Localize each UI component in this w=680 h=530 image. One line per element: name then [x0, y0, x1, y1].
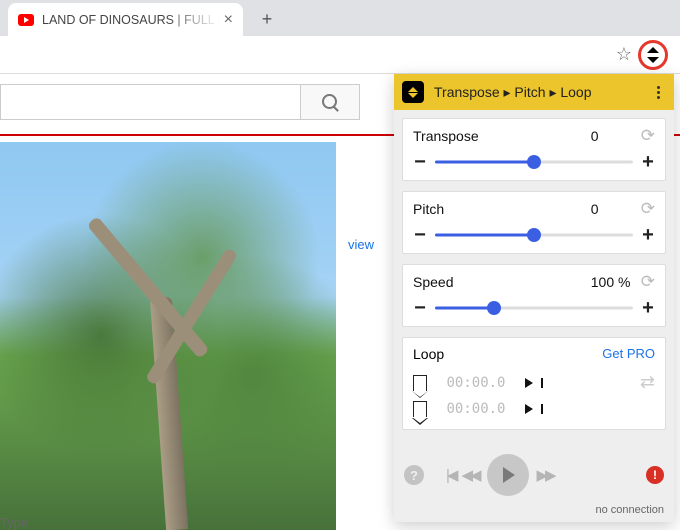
help-icon[interactable]: ?	[404, 465, 424, 485]
transpose-slider[interactable]	[435, 154, 633, 170]
speed-value: 100 %	[591, 274, 641, 290]
goto-start-icon[interactable]	[525, 378, 533, 388]
new-tab-button[interactable]: +	[253, 5, 281, 33]
pitch-label: Pitch	[413, 201, 591, 217]
bookmark-end-icon[interactable]	[413, 401, 427, 417]
pitch-value: 0	[591, 201, 641, 217]
transpose-label: Transpose	[413, 128, 591, 144]
popup-body: Transpose 0 ⟳ − + Pitch 0 ⟳ −	[394, 110, 674, 448]
loop-end-row	[413, 397, 655, 421]
close-tab-icon[interactable]: ×	[224, 11, 233, 29]
loop-label: Loop	[413, 346, 444, 362]
error-icon[interactable]: !	[646, 466, 664, 484]
pitch-plus-button[interactable]: +	[641, 225, 655, 245]
more-menu-icon[interactable]	[650, 86, 666, 99]
transpose-plus-button[interactable]: +	[641, 152, 655, 172]
reset-icon[interactable]: ⟳	[641, 127, 655, 144]
bookmark-start-icon[interactable]	[413, 375, 427, 391]
reset-icon[interactable]: ⟳	[641, 200, 655, 217]
youtube-favicon	[18, 14, 34, 26]
pitch-card: Pitch 0 ⟳ − +	[402, 191, 666, 254]
browser-toolbar: ☆	[0, 36, 680, 74]
transpose-card: Transpose 0 ⟳ − +	[402, 118, 666, 181]
get-pro-link[interactable]: Get PRO	[602, 346, 655, 362]
speed-label: Speed	[413, 274, 591, 290]
browser-tab-strip: LAND OF DINOSAURS | FULL M × +	[0, 0, 680, 36]
transpose-logo-icon	[402, 81, 424, 103]
slider-thumb[interactable]	[487, 301, 501, 315]
reset-icon[interactable]: ⟳	[641, 273, 655, 290]
loop-card: Loop Get PRO ⇄	[402, 337, 666, 430]
speed-slider[interactable]	[435, 300, 633, 316]
loop-end-time-input[interactable]	[441, 401, 511, 417]
transpose-minus-button[interactable]: −	[413, 152, 427, 172]
forward-icon[interactable]: ▶▶	[537, 466, 554, 484]
player-controls: ? |◀ ◀◀ ▶▶ !	[394, 448, 674, 502]
pitch-minus-button[interactable]: −	[413, 225, 427, 245]
transpose-extension-button[interactable]	[638, 40, 668, 70]
video-frame-image	[0, 142, 336, 530]
bookmark-star-icon[interactable]: ☆	[616, 44, 632, 65]
transpose-extension-popup: Transpose ▸ Pitch ▸ Loop Transpose 0 ⟳ −…	[394, 74, 674, 522]
repeat-icon[interactable]: ⇄	[640, 372, 655, 393]
search-bar	[0, 84, 360, 120]
speed-minus-button[interactable]: −	[413, 298, 427, 318]
rewind-icon[interactable]: ◀◀	[461, 466, 478, 484]
loop-start-time-input[interactable]	[441, 375, 511, 391]
search-button[interactable]	[300, 84, 360, 120]
slider-thumb[interactable]	[527, 155, 541, 169]
view-link-fragment[interactable]: view	[348, 237, 374, 252]
speed-plus-button[interactable]: +	[641, 298, 655, 318]
video-player[interactable]	[0, 142, 336, 530]
pitch-slider[interactable]	[435, 227, 633, 243]
skip-back-icon[interactable]: |◀	[446, 466, 455, 484]
search-icon	[322, 94, 338, 110]
play-icon	[503, 467, 515, 483]
search-input[interactable]	[0, 84, 300, 120]
popup-header: Transpose ▸ Pitch ▸ Loop	[394, 74, 674, 110]
tab-title: LAND OF DINOSAURS | FULL M	[42, 13, 220, 27]
loop-start-row: ⇄	[413, 368, 655, 397]
popup-title: Transpose ▸ Pitch ▸ Loop	[434, 84, 650, 101]
connection-status: no connection	[394, 502, 674, 522]
transpose-value: 0	[591, 128, 641, 144]
play-button[interactable]	[487, 454, 529, 496]
browser-tab[interactable]: LAND OF DINOSAURS | FULL M ×	[8, 3, 243, 36]
type-label-fragment: Type	[0, 515, 28, 530]
goto-end-icon[interactable]	[525, 404, 533, 414]
speed-card: Speed 100 % ⟳ − +	[402, 264, 666, 327]
slider-thumb[interactable]	[527, 228, 541, 242]
